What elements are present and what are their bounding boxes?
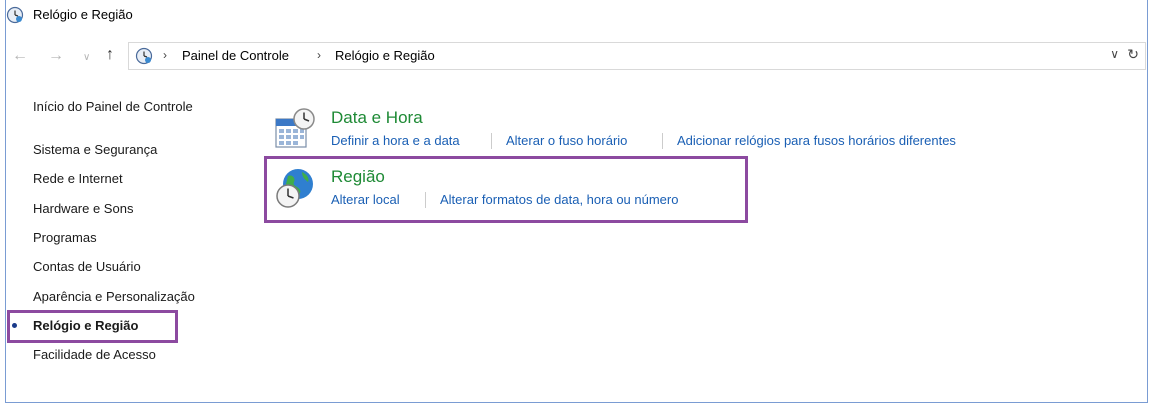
task-separator [491, 133, 492, 149]
sidebar-highlight-box [7, 310, 178, 343]
sidebar-item-aparencia-e-personalizacao[interactable]: Aparência e Personalização [33, 289, 195, 304]
sidebar-item-facilidade-de-acesso[interactable]: Facilidade de Acesso [33, 347, 156, 362]
refresh-icon[interactable]: ↻ [1127, 46, 1139, 63]
sidebar-item-rede-e-internet[interactable]: Rede e Internet [33, 171, 123, 186]
window-title: Relógio e Região [33, 7, 133, 22]
task-link-definir-hora-data[interactable]: Definir a hora e a data [331, 133, 460, 148]
clock-region-icon [135, 47, 153, 65]
navigation-bar: ← → ∨ ↑ › Painel de Controle › Relógio e… [0, 41, 1153, 73]
regiao-highlight-box [264, 156, 748, 223]
up-arrow-icon[interactable]: ↑ [106, 46, 114, 64]
clock-region-icon [6, 6, 24, 24]
sidebar-home-link[interactable]: Início do Painel de Controle [33, 99, 193, 114]
category-title-data-e-hora[interactable]: Data e Hora [331, 108, 423, 128]
sidebar-item-hardware-e-sons[interactable]: Hardware e Sons [33, 201, 133, 216]
title-bar: Relógio e Região [0, 0, 1153, 32]
forward-arrow-icon[interactable]: → [48, 47, 64, 65]
address-dropdown-icon[interactable]: ∨ [1110, 47, 1119, 61]
back-arrow-icon[interactable]: ← [12, 47, 28, 65]
breadcrumb-chevron-icon[interactable]: › [163, 48, 167, 62]
sidebar-item-contas-de-usuario[interactable]: Contas de Usuário [33, 259, 141, 274]
breadcrumb-relogio-e-regiao[interactable]: Relógio e Região [335, 48, 435, 63]
task-separator [662, 133, 663, 149]
task-link-adicionar-relogios[interactable]: Adicionar relógios para fusos horários d… [677, 133, 956, 148]
task-link-alterar-fuso-horario[interactable]: Alterar o fuso horário [506, 133, 627, 148]
calendar-clock-icon [275, 108, 315, 148]
breadcrumb-painel-de-controle[interactable]: Painel de Controle [182, 48, 289, 63]
address-bar[interactable]: › Painel de Controle › Relógio e Região … [128, 42, 1146, 70]
sidebar-item-programas[interactable]: Programas [33, 230, 97, 245]
sidebar-item-sistema-e-seguranca[interactable]: Sistema e Segurança [33, 142, 157, 157]
recent-locations-chevron-icon[interactable]: ∨ [83, 49, 90, 67]
breadcrumb-chevron-icon[interactable]: › [317, 48, 321, 62]
